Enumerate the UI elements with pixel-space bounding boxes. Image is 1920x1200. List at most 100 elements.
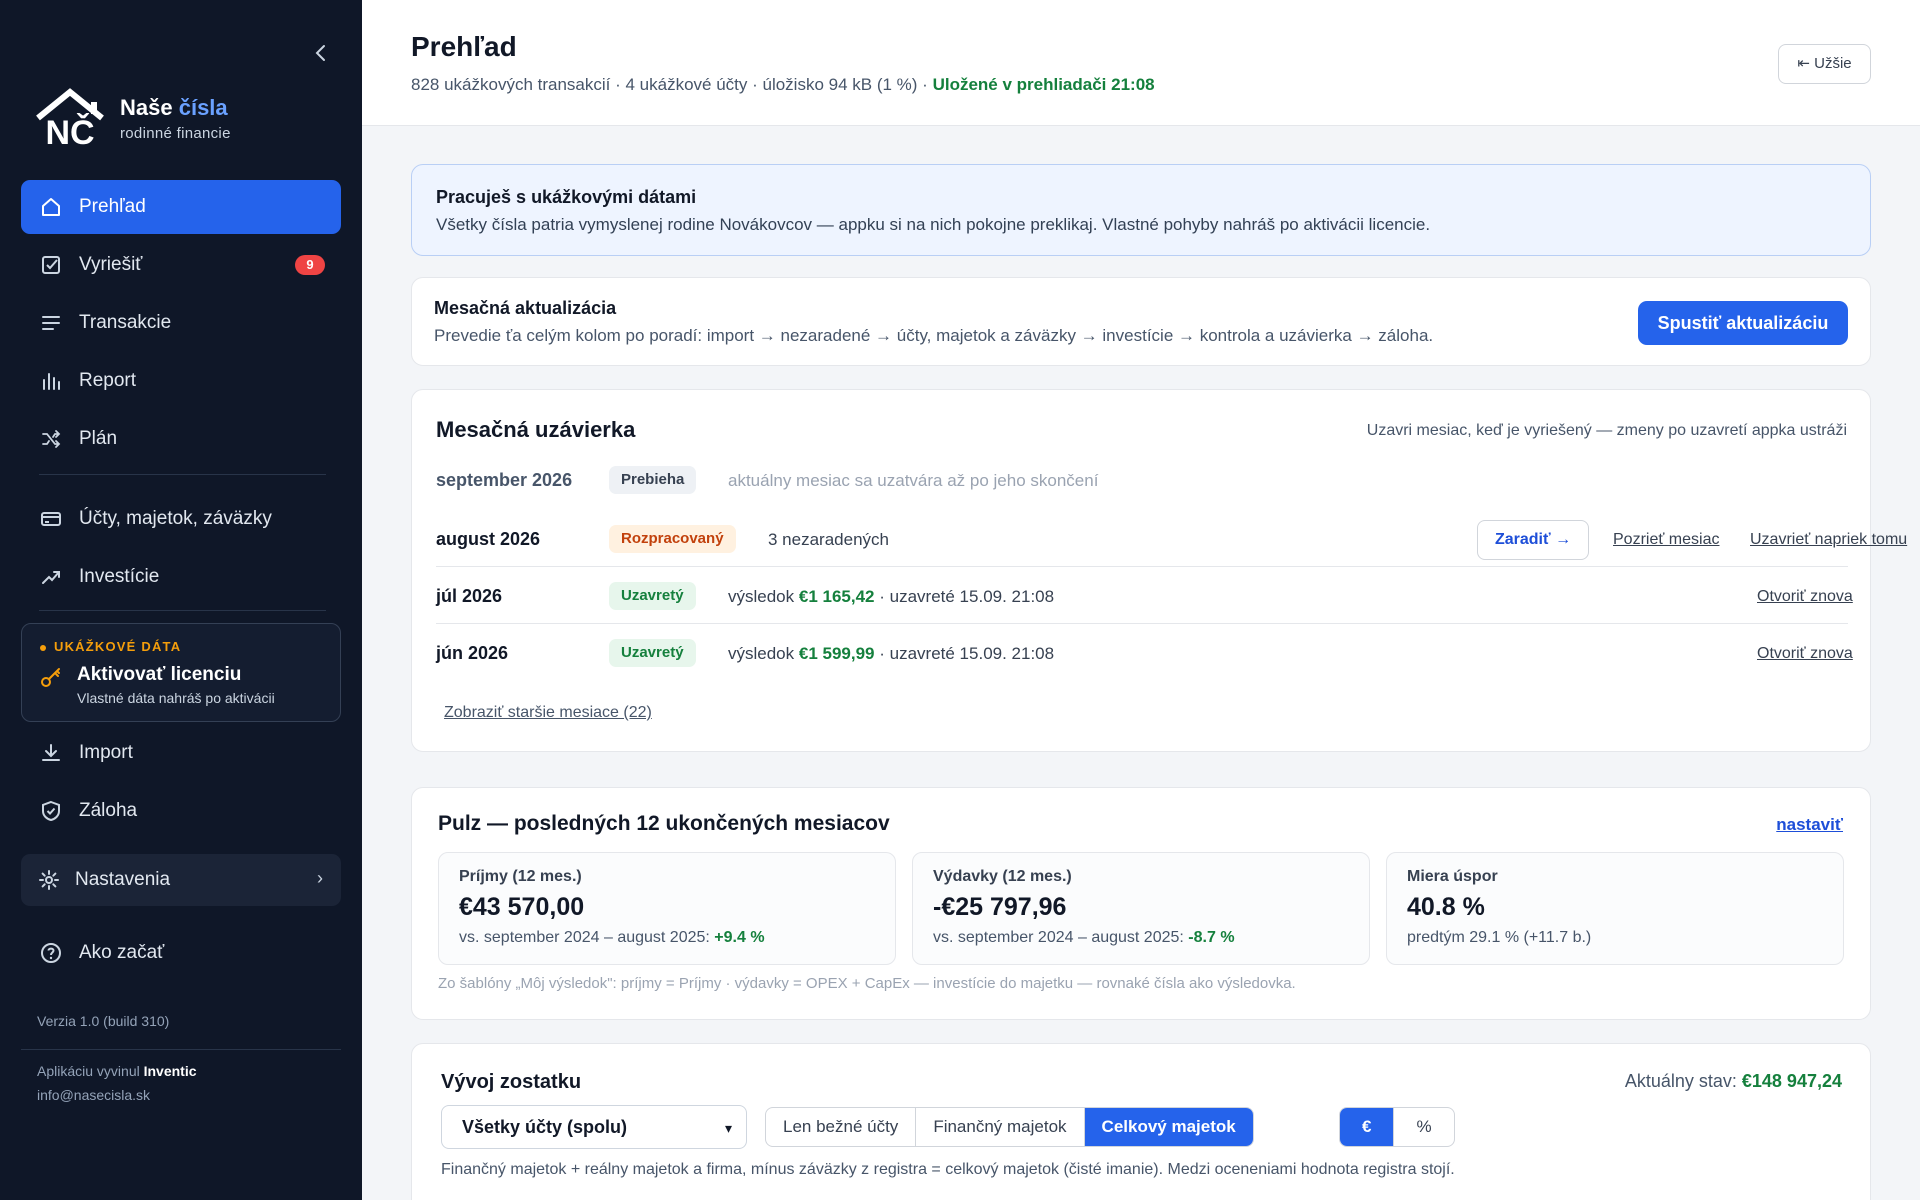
pulse-title: Pulz — posledných 12 ukončených mesiacov [438,812,890,835]
kpi-value: -€25 797,96 [933,893,1067,921]
sidebar-item-label: Report [79,370,137,391]
brand[interactable]: NČ Naše čísla rodinné financie [34,88,231,148]
download-icon [39,741,63,765]
sidebar-item-zaloha[interactable]: Záloha [21,784,341,838]
sidebar-item-label: Vyriešiť [79,254,143,275]
sidebar-item-ako-zacat[interactable]: Ako začať [21,926,341,980]
sidebar: NČ Naše čísla rodinné financie Prehľad V… [0,0,362,1200]
brand-subtitle: rodinné financie [120,124,231,142]
banner-text: Všetky čísla patria vymyslenej rodine No… [436,215,1431,234]
sidebar-item-ucty[interactable]: Účty, majetok, záväzky [21,492,341,546]
demo-data-tag: UKÁŽKOVÉ DÁTA [40,639,181,654]
balance-note: Finančný majetok + reálny majetok a firm… [441,1161,1455,1178]
narrow-layout-button[interactable]: ⇤ Užšie [1778,44,1871,84]
month-description: 3 nezaradených [768,530,889,549]
developer-credit: Aplikáciu vyvinul Inventic [37,1063,197,1079]
help-icon [39,941,63,965]
license-subtitle: Vlastné dáta nahráš po aktivácii [77,690,275,706]
sidebar-item-nastavenia[interactable]: Nastavenia › [21,854,341,906]
sidebar-item-vyriesit[interactable]: Vyriešiť 9 [21,238,341,292]
sidebar-item-prehlad[interactable]: Prehľad [21,180,341,234]
page-title: Prehľad [411,31,517,62]
balance-card: Vývoj zostatku Aktuálny stav: €148 947,2… [411,1043,1871,1200]
demo-data-banner: Pracuješ s ukážkovými dátami Všetky čísl… [411,164,1871,256]
view-month-link[interactable]: Pozrieť mesiac [1613,531,1719,549]
collapse-sidebar-icon[interactable] [310,42,334,66]
assign-button[interactable]: Zaradiť → [1477,520,1589,560]
reopen-link[interactable]: Otvoriť znova [1757,588,1853,606]
sidebar-item-label: Nastavenia [75,869,171,890]
credit-card-icon [39,507,63,531]
pulse-note: Zo šablóny „Môj výsledok": príjmy = Príj… [438,975,1296,992]
contact-email-link[interactable]: info@nasecisla.sk [37,1087,150,1103]
unit-toggle: € % [1339,1107,1455,1147]
sidebar-item-label: Transakcie [79,312,172,333]
logo-icon: NČ [36,88,104,148]
sidebar-divider [39,474,326,475]
sidebar-divider [21,1049,341,1050]
start-update-button[interactable]: Spustiť aktualizáciu [1638,301,1848,345]
kpi-value: €43 570,00 [459,893,585,921]
month-row: júl 2026 Uzavretý výsledok €1 165,42 · u… [436,570,1853,624]
sidebar-item-label: Import [79,742,133,763]
show-older-months-link[interactable]: Zobraziť staršie mesiace (22) [444,704,652,722]
month-name: august 2026 [436,529,541,549]
month-row: september 2026 Prebieha aktuálny mesiac … [436,454,1848,508]
sidebar-item-report[interactable]: Report [21,354,341,408]
month-name: jún 2026 [436,643,509,663]
current-balance: Aktuálny stav: €148 947,24 [1624,1071,1842,1091]
balance-title: Vývoj zostatku [441,1071,582,1093]
kpi-compare: predtým 29.1 % (+11.7 b.) [1407,929,1592,946]
month-row: august 2026 Rozpracovaný 3 nezaradených … [436,513,1907,567]
monthly-update-card: Mesačná aktualizácia Prevedie ťa celým k… [411,277,1871,366]
sidebar-item-label: Plán [79,428,118,449]
sidebar-item-label: Záloha [79,800,138,821]
status-badge: Rozpracovaný [609,525,736,553]
kpi-value: 40.8 % [1407,893,1485,921]
month-name: september 2026 [436,470,573,490]
status-badge: Uzavretý [609,582,696,610]
sidebar-item-label: Investície [79,566,160,587]
status-badge: Prebieha [609,466,697,494]
svg-text:NČ: NČ [45,113,94,148]
kpi-label: Miera úspor [1407,868,1498,885]
sidebar-item-label: Prehľad [79,196,146,217]
monthly-update-text: Prevedie ťa celým kolom po poradí: impor… [434,326,1434,345]
month-name: júl 2026 [436,586,503,606]
status-badge: Uzavretý [609,639,696,667]
trend-up-icon [39,565,63,589]
scope-option-celkovy-majetok[interactable]: Celkový majetok [1084,1108,1253,1146]
monthly-close-title: Mesačná uzávierka [436,417,636,442]
chevron-down-icon: ▾ [724,1120,732,1136]
sidebar-item-transakcie[interactable]: Transakcie [21,296,341,350]
kpi-label: Výdavky (12 mes.) [933,868,1072,885]
unit-option-percent[interactable]: % [1394,1108,1453,1146]
reopen-link[interactable]: Otvoriť znova [1757,645,1853,663]
month-description: výsledok €1 165,42 · uzavreté 15.09. 21:… [728,587,1055,606]
home-icon [39,195,63,219]
checkbox-icon [39,253,63,277]
activate-license-card[interactable]: UKÁŽKOVÉ DÁTA Aktivovať licenciu Vlastné… [21,623,341,722]
sidebar-item-label: Účty, majetok, záväzky [79,508,272,529]
page-header: Prehľad 828 ukážkových transakcií · 4 uk… [362,0,1920,126]
sidebar-item-import[interactable]: Import [21,726,341,780]
pulse-card: Pulz — posledných 12 ukončených mesiacov… [411,787,1871,1020]
sidebar-item-investicie[interactable]: Investície [21,550,341,604]
chevron-right-icon: › [317,868,323,888]
sidebar-divider [39,610,326,611]
shield-icon [39,799,63,823]
kpi-compare: vs. september 2024 – august 2025: -8.7 % [933,929,1235,946]
account-select[interactable]: Všetky účty (spolu) ▾ [441,1105,747,1149]
shuffle-icon [39,427,63,451]
pulse-settings-link[interactable]: nastaviť [1776,815,1843,835]
kpi-expenses: Výdavky (12 mes.) -€25 797,96 vs. septem… [912,852,1370,965]
scope-option-bezne-ucty[interactable]: Len bežné účty [766,1108,917,1146]
unit-option-eur[interactable]: € [1340,1108,1395,1146]
sidebar-item-plan[interactable]: Plán [21,412,341,466]
version-text: Verzia 1.0 (build 310) [37,1013,170,1029]
scope-option-financny-majetok[interactable]: Finančný majetok [916,1108,1085,1146]
monthly-close-hint: Uzavri mesiac, keď je vyriešený — zmeny … [1366,422,1847,439]
saved-status: Uložené v prehliadači 21:08 [932,75,1155,94]
force-close-link[interactable]: Uzavrieť napriek tomu [1750,531,1907,549]
month-description: aktuálny mesiac sa uzatvára až po jeho s… [728,471,1099,490]
